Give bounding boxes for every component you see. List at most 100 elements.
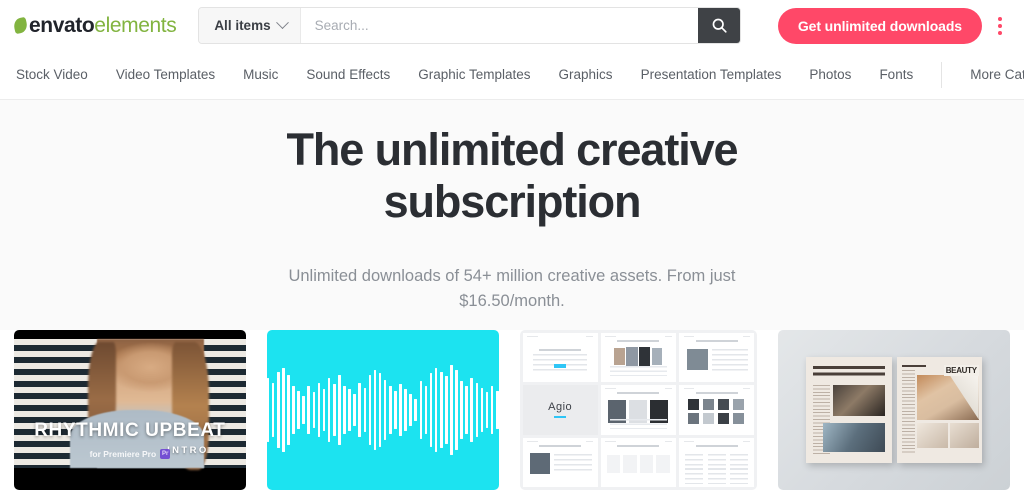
card-footer: for Premiere Pro Pr xyxy=(14,449,246,459)
waveform-bar xyxy=(327,378,331,442)
nav-item-music[interactable]: Music xyxy=(229,51,292,99)
search-icon xyxy=(712,18,727,33)
waveform-bar xyxy=(297,390,300,430)
waveform-bar xyxy=(475,382,479,438)
headline-right-block xyxy=(901,364,926,369)
logo-product-text: elements xyxy=(94,13,177,37)
newspaper-right-page: BEAUTY xyxy=(896,357,983,463)
grid-photo xyxy=(917,422,948,449)
slide-thumb xyxy=(522,333,598,383)
waveform-bar xyxy=(378,373,382,447)
page-title: The unlimited creative subscription xyxy=(202,124,822,228)
card-title: RHYTHMIC UPBEAT xyxy=(34,419,226,441)
waveform-bar xyxy=(358,382,361,438)
waveform-bar xyxy=(332,384,336,436)
waveform-bar xyxy=(399,384,402,436)
chevron-down-icon xyxy=(275,16,289,30)
slide-thumb xyxy=(600,385,676,435)
kebab-dot xyxy=(998,23,1002,28)
featured-cards-row: RHYTHMIC UPBEAT INTRO for Premiere Pro P… xyxy=(0,330,1024,500)
waveform-bar xyxy=(322,389,326,431)
nav-item-graphic-templates[interactable]: Graphic Templates xyxy=(404,51,544,99)
nav-item-video-templates[interactable]: Video Templates xyxy=(102,51,229,99)
newspaper-mockup: BEAUTY xyxy=(806,357,983,463)
waveform-bar xyxy=(292,386,295,434)
masthead-label: BEAUTY xyxy=(943,364,979,376)
editorial-photo xyxy=(823,422,885,453)
slide-thumb-brand: Agio xyxy=(522,385,598,435)
slide-grid: Agio xyxy=(522,333,755,487)
waveform-bar xyxy=(424,386,428,434)
nav-item-sound-effects[interactable]: Sound Effects xyxy=(292,51,404,99)
waveform-bar xyxy=(460,381,463,439)
waveform-bar xyxy=(271,382,275,438)
waveform-bar xyxy=(383,379,387,441)
slide-thumb xyxy=(600,333,676,383)
waveform-bar xyxy=(404,389,407,431)
waveform-bar xyxy=(434,368,438,452)
kebab-dot xyxy=(998,16,1002,21)
search-bar: All items xyxy=(198,7,742,44)
kebab-menu-icon[interactable] xyxy=(988,8,1012,44)
site-header: envato elements All items Get unlimited … xyxy=(0,0,1024,51)
slide-thumb xyxy=(679,437,755,487)
nav-divider xyxy=(941,62,943,88)
search-category-dropdown[interactable]: All items xyxy=(199,8,301,43)
waveform-bar xyxy=(282,368,285,452)
waveform-bar xyxy=(450,365,453,455)
nav-item-more-categories[interactable]: More Categories xyxy=(956,51,1024,99)
brand-underline xyxy=(554,416,567,419)
waveform-bar xyxy=(338,374,341,446)
card-video-template[interactable]: RHYTHMIC UPBEAT INTRO for Premiere Pro P… xyxy=(14,330,246,490)
body-text-block xyxy=(901,369,916,455)
waveform-bar xyxy=(312,392,316,428)
waveform-bar xyxy=(490,386,494,434)
get-unlimited-downloads-button[interactable]: Get unlimited downloads xyxy=(777,7,982,44)
brand-name: Agio xyxy=(548,401,573,414)
slide-thumb xyxy=(679,333,755,383)
slide-thumb xyxy=(522,437,598,487)
slide-thumb xyxy=(679,385,755,435)
nav-item-fonts[interactable]: Fonts xyxy=(865,51,927,99)
card-print-mockup[interactable]: BEAUTY xyxy=(778,330,1010,490)
waveform-bar xyxy=(429,373,433,447)
leaf-icon xyxy=(12,16,29,35)
card-presentation-template[interactable]: Agio xyxy=(519,330,758,490)
waveform-bar xyxy=(307,386,311,434)
waveform-bar xyxy=(302,395,305,425)
search-input[interactable] xyxy=(300,8,699,43)
nav-item-photos[interactable]: Photos xyxy=(795,51,865,99)
hero-subheadline: Unlimited downloads of 54+ million creat… xyxy=(288,267,736,310)
search-submit-button[interactable] xyxy=(698,8,741,43)
waveform-bar xyxy=(363,387,367,433)
nav-item-stock-video[interactable]: Stock Video xyxy=(14,51,102,99)
logo-brand-text: envato xyxy=(29,13,95,37)
nav-item-graphics[interactable]: Graphics xyxy=(545,51,627,99)
envato-elements-logo[interactable]: envato elements xyxy=(12,13,177,38)
slide-thumb xyxy=(600,437,676,487)
newspaper-left-page xyxy=(806,357,892,463)
waveform-bar xyxy=(445,376,448,444)
headline-line-2: subscription xyxy=(383,176,642,227)
waveform-bar xyxy=(419,381,423,439)
waveform-bar xyxy=(495,390,499,430)
waveform-bar xyxy=(485,392,489,428)
grid-photo xyxy=(949,422,979,449)
nav-item-presentation-templates[interactable]: Presentation Templates xyxy=(627,51,796,99)
waveform-bar xyxy=(465,386,468,434)
waveform-bar xyxy=(388,386,392,434)
product-photo xyxy=(833,384,885,417)
search-category-label: All items xyxy=(214,18,271,33)
waveform-bar xyxy=(470,378,474,442)
waveform-bar xyxy=(368,374,372,446)
waveform-bar xyxy=(373,370,377,450)
card-audio-track[interactable] xyxy=(266,330,499,490)
waveform-bar xyxy=(276,371,280,449)
waveform-bar xyxy=(480,387,484,433)
premiere-pro-icon: Pr xyxy=(160,449,171,459)
card-footer-text: for Premiere Pro xyxy=(89,449,157,459)
headline-left-block xyxy=(812,365,885,379)
waveform-bar xyxy=(266,378,270,442)
waveform-bar xyxy=(414,398,418,422)
waveform-bar xyxy=(439,371,443,449)
